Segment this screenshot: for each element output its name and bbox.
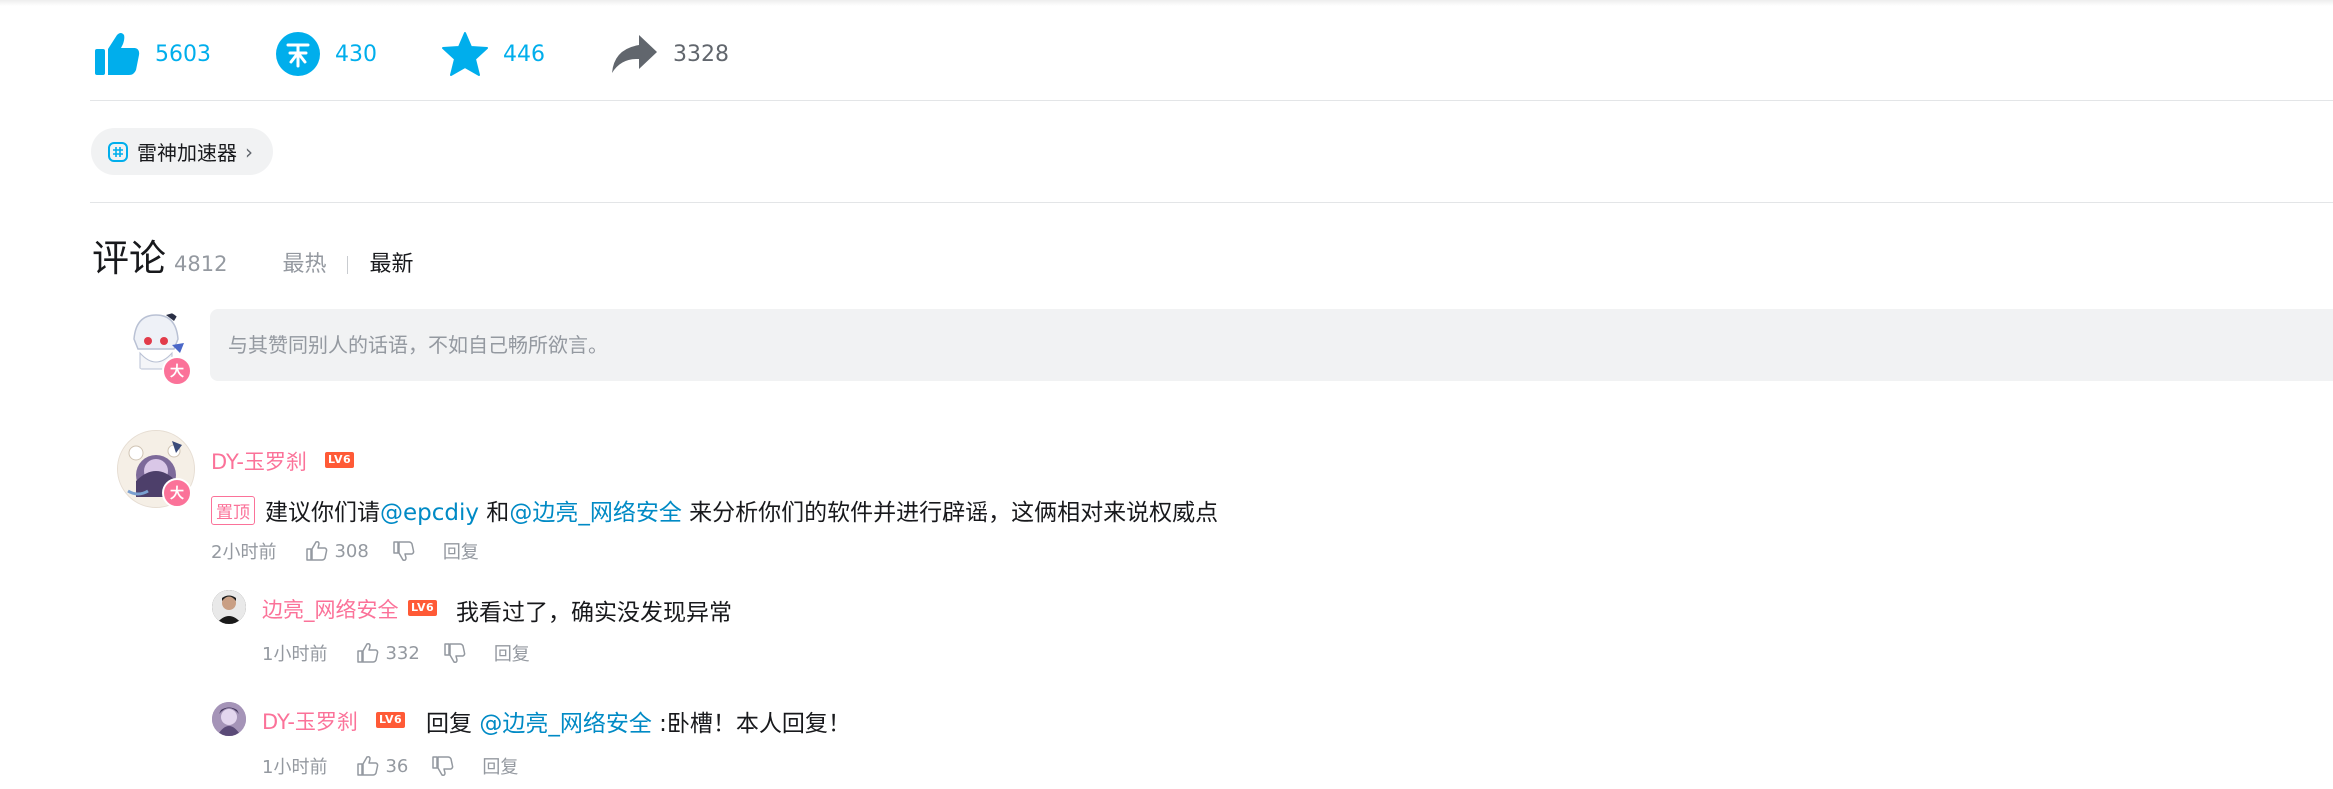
sort-options: 最热 最新 xyxy=(282,246,413,278)
thumbs-down-icon xyxy=(393,541,415,561)
anime-avatar-icon xyxy=(212,702,246,736)
reply-like-count: 36 xyxy=(385,755,409,777)
thumbs-up-icon xyxy=(95,33,140,75)
comment-meta: 2小时前 308 回复 xyxy=(211,538,479,564)
comment-text-part: 来分析你们的软件并进行辟谣，这俩相对来说权威点 xyxy=(681,500,1219,526)
tag-divider xyxy=(90,202,2333,203)
reply-avatar[interactable] xyxy=(212,702,246,736)
comment-username[interactable]: DY-玉罗刹 xyxy=(211,446,307,476)
chevron-right-icon: › xyxy=(245,139,253,164)
reply-meta: 1小时前 332 回复 xyxy=(262,640,530,666)
tag-label: 雷神加速器 xyxy=(137,141,237,165)
reply-username[interactable]: DY-玉罗刹 xyxy=(262,706,358,736)
comment-like-count: 308 xyxy=(334,540,369,562)
share-count: 3328 xyxy=(673,41,729,67)
like-button[interactable]: 5603 xyxy=(93,31,211,77)
reply-time: 1小时前 xyxy=(262,644,328,665)
top-shadow xyxy=(0,0,2333,6)
thumbs-down-icon xyxy=(444,643,466,663)
toolbar-divider xyxy=(90,100,2333,101)
star-icon xyxy=(442,32,488,76)
sort-new-tab[interactable]: 最新 xyxy=(369,252,413,277)
share-arrow-icon xyxy=(612,35,657,73)
coin-count: 430 xyxy=(335,41,377,67)
topic-hash-icon xyxy=(108,141,128,162)
comment-time: 2小时前 xyxy=(211,542,277,563)
reply-avatar[interactable] xyxy=(212,590,246,624)
level-badge: LV6 xyxy=(325,452,355,468)
comment-like-button[interactable]: 308 xyxy=(306,540,369,562)
comment-avatar-badge: 大 xyxy=(162,478,192,508)
coin-icon xyxy=(276,32,320,76)
avatar-badge: 大 xyxy=(162,356,192,386)
mention-link[interactable]: @边亮_网络安全 xyxy=(479,711,652,737)
mention-link[interactable]: @边亮_网络安全 xyxy=(509,500,682,526)
avatar-badge-label: 大 xyxy=(170,364,184,380)
coin-button[interactable]: 430 xyxy=(275,31,377,77)
reply-meta: 1小时前 36 回复 xyxy=(262,753,518,779)
person-avatar-icon xyxy=(212,590,246,624)
level-badge: LV6 xyxy=(376,712,406,728)
comment-text-part: 和 xyxy=(479,500,510,526)
comment-dislike-button[interactable] xyxy=(393,541,415,561)
reply-like-button[interactable]: 332 xyxy=(357,642,420,664)
reply-content: 回复 @边亮_网络安全 :卧槽！本人回复！ xyxy=(426,704,851,738)
reply-prefix: 回复 xyxy=(426,711,480,737)
comment-text-part: 建议你们请 xyxy=(265,500,380,526)
favorite-count: 446 xyxy=(503,41,545,67)
share-button[interactable]: 3328 xyxy=(609,33,729,75)
reply-time: 1小时前 xyxy=(262,757,328,778)
thumbs-up-icon xyxy=(357,756,379,776)
sort-hot-tab[interactable]: 最热 xyxy=(282,252,326,277)
reply-text: :卧槽！本人回复！ xyxy=(651,711,851,737)
level-badge: LV6 xyxy=(408,600,438,616)
favorite-button[interactable]: 446 xyxy=(441,31,545,77)
sort-divider xyxy=(347,256,349,274)
pinned-badge: 置顶 xyxy=(211,496,255,525)
comment-input[interactable] xyxy=(226,332,2030,358)
avatar-badge-label: 大 xyxy=(170,486,184,502)
thumbs-up-icon xyxy=(306,541,328,561)
reply-dislike-button[interactable] xyxy=(444,643,466,663)
thumbs-down-icon xyxy=(432,756,454,776)
video-toolbar: 5603 430 446 3328 xyxy=(93,24,793,84)
reply-content: 我看过了，确实没发现异常 xyxy=(456,600,732,626)
comment-reply-button[interactable]: 回复 xyxy=(443,538,479,564)
reply-like-button[interactable]: 36 xyxy=(357,756,408,777)
reply-like-count: 332 xyxy=(385,642,420,664)
mention-link[interactable]: @epcdiy xyxy=(380,500,479,526)
reply-reply-button[interactable]: 回复 xyxy=(482,753,518,779)
comment-input-box[interactable] xyxy=(210,309,2333,381)
reply-reply-button[interactable]: 回复 xyxy=(494,640,530,666)
comments-count: 4812 xyxy=(174,252,228,276)
comments-title: 评论 xyxy=(92,237,166,280)
tag-chip[interactable]: 雷神加速器 › xyxy=(91,128,273,175)
thumbs-up-icon xyxy=(357,643,379,663)
reply-username[interactable]: 边亮_网络安全 xyxy=(262,594,399,624)
comments-header: 评论 4812 最热 最新 xyxy=(92,228,413,282)
reply-dislike-button[interactable] xyxy=(432,756,454,776)
like-count: 5603 xyxy=(155,41,211,67)
comment-content: 置顶 建议你们请@epcdiy 和@边亮_网络安全 来分析你们的软件并进行辟谣，这… xyxy=(211,493,1218,527)
